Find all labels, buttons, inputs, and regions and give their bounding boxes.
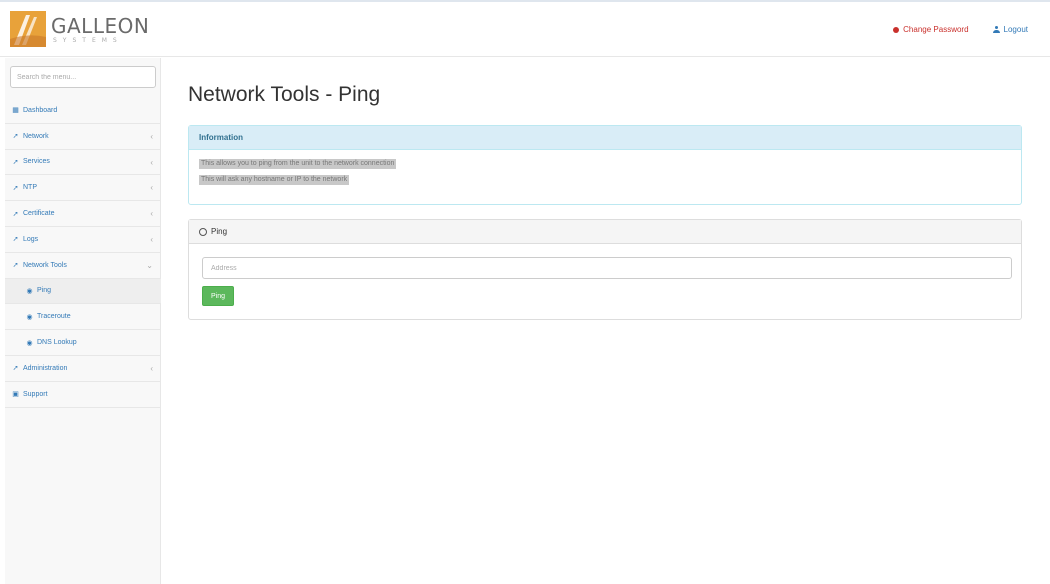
brand-name: GALLEON	[51, 14, 150, 38]
sidebar-item-dashboard[interactable]: ▦ Dashboard	[5, 98, 161, 124]
wrench-icon: ➚	[12, 236, 19, 244]
globe-icon: ◉	[26, 313, 33, 321]
info-text-line: This allows you to ping from the unit to…	[199, 159, 397, 169]
sidebar-item-services[interactable]: ➚ Services ‹	[5, 150, 161, 176]
logout-link[interactable]: Logout	[992, 25, 1028, 34]
chevron-left-icon: ‹	[150, 157, 153, 167]
sidebar-item-support[interactable]: ▣ Support	[5, 382, 161, 408]
page-title: Network Tools - Ping	[188, 83, 381, 106]
sidebar-item-label: Ping	[37, 287, 52, 295]
sidebar-item-label: NTP	[23, 184, 37, 192]
password-icon	[893, 26, 900, 33]
sidebar: ▦ Dashboard ➚ Network ‹ ➚ Services ‹ ➚ N…	[5, 58, 161, 584]
sidebar-item-dns-lookup[interactable]: ◉ DNS Lookup	[5, 330, 161, 356]
information-panel-body: This allows you to ping from the unit to…	[189, 150, 1021, 196]
wrench-icon: ➚	[12, 262, 19, 270]
sidebar-item-traceroute[interactable]: ◉ Traceroute	[5, 304, 161, 331]
sidebar-item-certificate[interactable]: ➚ Certificate ‹	[5, 201, 161, 227]
chevron-left-icon: ‹	[150, 131, 153, 141]
change-password-label: Change Password	[903, 25, 969, 34]
chevron-left-icon: ‹	[150, 363, 153, 373]
sidebar-item-label: Services	[23, 158, 50, 166]
address-input[interactable]	[202, 257, 1012, 279]
ping-panel-heading: Ping	[189, 220, 1021, 244]
sidebar-nav: ▦ Dashboard ➚ Network ‹ ➚ Services ‹ ➚ N…	[5, 98, 161, 408]
chevron-left-icon: ‹	[150, 183, 153, 193]
chevron-left-icon: ‹	[150, 234, 153, 244]
wrench-icon: ➚	[12, 158, 19, 166]
sidebar-item-administration[interactable]: ➚ Administration ‹	[5, 356, 161, 382]
sidebar-item-network[interactable]: ➚ Network ‹	[5, 124, 161, 150]
sidebar-item-ntp[interactable]: ➚ NTP ‹	[5, 175, 161, 202]
sidebar-item-label: Dashboard	[23, 106, 58, 114]
main-content: Network Tools - Ping Information This al…	[162, 58, 1050, 584]
chevron-down-icon: ⌄	[146, 260, 153, 270]
wrench-icon: ➚	[12, 210, 19, 218]
ping-panel: Ping Ping	[188, 219, 1022, 320]
sidebar-item-label: Support	[23, 390, 48, 398]
wrench-icon: ➚	[12, 133, 19, 141]
sidebar-item-label: Administration	[23, 364, 68, 372]
sidebar-item-label: Network Tools	[23, 261, 67, 269]
sidebar-item-logs[interactable]: ➚ Logs ‹	[5, 227, 161, 253]
sidebar-item-label: Network	[23, 132, 49, 140]
info-text-line: This will ask any hostname or IP to the …	[199, 175, 350, 185]
brand-logo[interactable]: GALLEON SYSTEMS	[10, 11, 150, 49]
support-icon: ▣	[12, 391, 19, 399]
gear-icon	[199, 227, 207, 236]
header-links: Change Password Logout	[893, 25, 1028, 34]
sidebar-item-label: Certificate	[23, 210, 55, 218]
galleon-logo-icon	[10, 11, 46, 47]
information-panel: Information This allows you to ping from…	[188, 125, 1022, 205]
change-password-link[interactable]: Change Password	[893, 25, 969, 34]
information-panel-heading: Information	[189, 126, 1021, 150]
wrench-icon: ➚	[12, 184, 19, 192]
sidebar-item-label: Logs	[23, 235, 39, 243]
sidebar-item-ping[interactable]: ◉ Ping	[5, 278, 161, 305]
chevron-left-icon: ‹	[150, 209, 153, 219]
top-bar: GALLEON SYSTEMS Change Password Logout	[0, 2, 1050, 57]
globe-icon: ◉	[26, 339, 33, 347]
globe-icon: ◉	[26, 287, 33, 295]
wrench-icon: ➚	[12, 365, 19, 373]
sidebar-item-label: Traceroute	[37, 313, 71, 321]
user-icon	[992, 26, 1000, 33]
sidebar-item-label: DNS Lookup	[37, 339, 77, 347]
menu-search-input[interactable]	[10, 66, 156, 88]
ping-panel-heading-label: Ping	[211, 227, 228, 236]
brand-tagline: SYSTEMS	[53, 37, 123, 44]
sidebar-item-network-tools[interactable]: ➚ Network Tools ⌄	[5, 253, 161, 279]
dashboard-icon: ▦	[12, 107, 19, 115]
ping-button[interactable]: Ping	[202, 286, 234, 306]
logout-label: Logout	[1003, 25, 1028, 34]
